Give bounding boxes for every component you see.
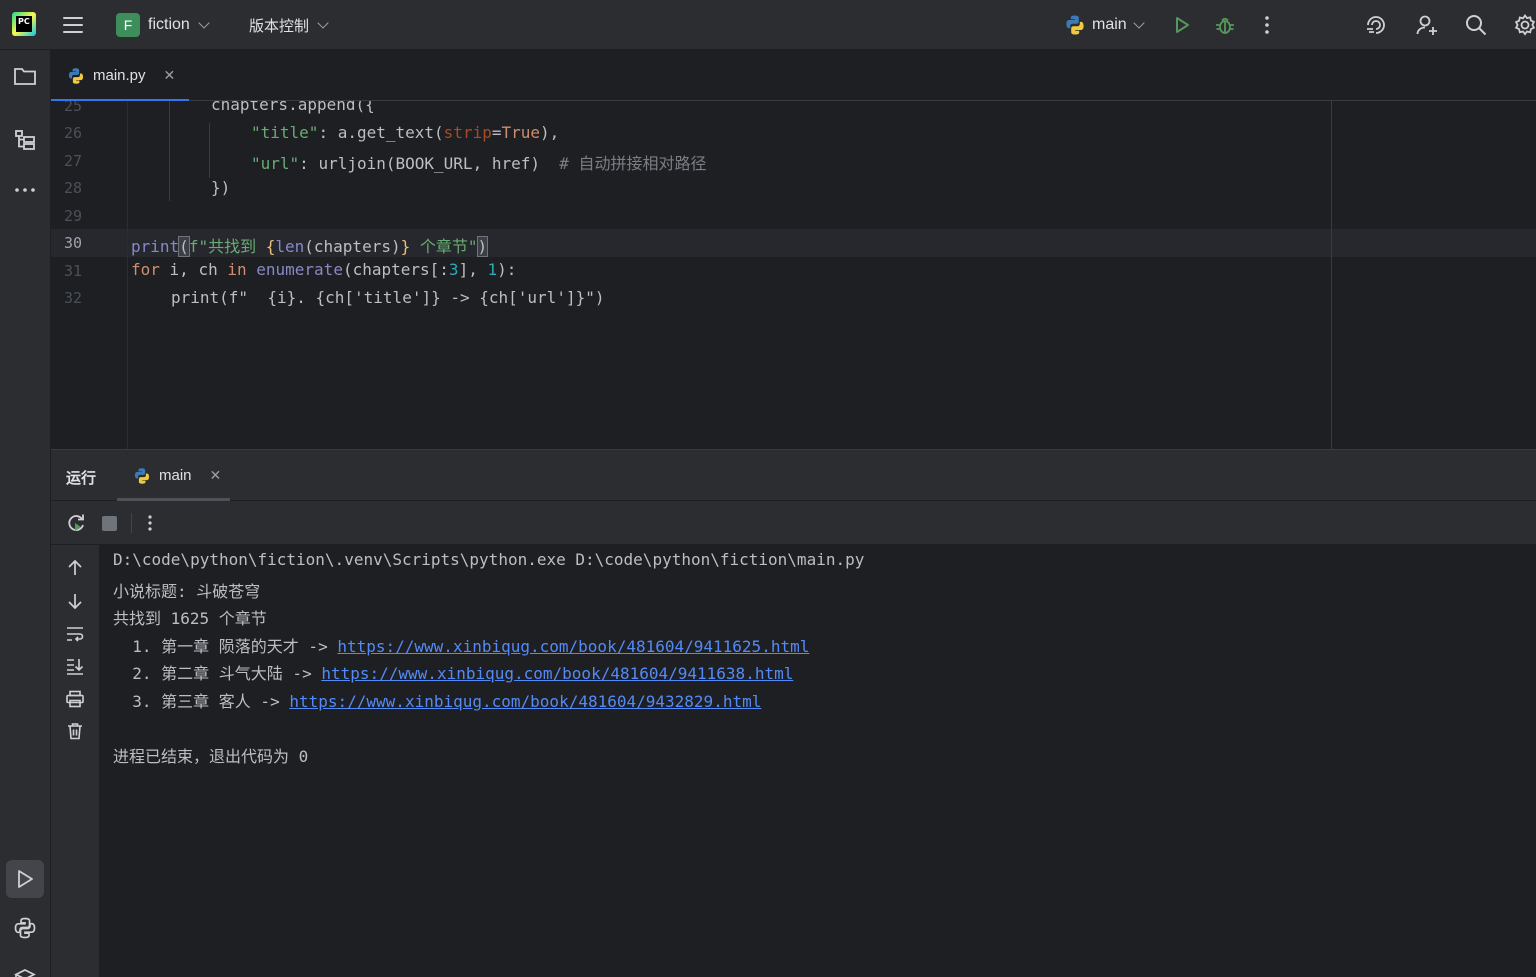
close-icon[interactable]: ✕ <box>164 67 176 84</box>
console-found-count: 共找到 1625 个章节 <box>113 609 267 628</box>
tab-label: main.py <box>93 67 146 84</box>
scroll-to-end-icon[interactable] <box>61 652 89 680</box>
vcs-label: 版本控制 <box>249 17 310 35</box>
line-number: 28 <box>63 179 82 197</box>
chevron-down-icon <box>198 17 210 29</box>
code-line-28: }) <box>211 178 231 197</box>
project-folder-icon[interactable] <box>11 62 39 90</box>
python-icon <box>134 467 150 484</box>
code-line-25: chapters.append({ <box>211 101 375 114</box>
line-number: 26 <box>63 124 82 142</box>
scroll-down-icon[interactable] <box>61 587 89 615</box>
run-config-label: main <box>1092 16 1127 33</box>
python-icon <box>1066 15 1084 35</box>
run-tab-main[interactable]: main ✕ <box>117 450 230 501</box>
toolbar-separator <box>131 513 132 533</box>
code-line-32: print(f" {i}. {ch['title']} -> {ch['url'… <box>171 288 605 307</box>
vcs-menu[interactable]: 版本控制 <box>249 12 329 38</box>
soft-wrap-icon[interactable] <box>61 620 89 648</box>
ai-assistant-icon[interactable] <box>1362 11 1390 39</box>
print-icon[interactable] <box>61 685 89 713</box>
run-tool-icon[interactable] <box>6 860 44 898</box>
line-number-gutter: 25 26 27 28 29 30 31 32 <box>51 101 127 449</box>
search-icon[interactable] <box>1462 11 1490 39</box>
chapter-link[interactable]: https://www.xinbiqug.com/book/481604/941… <box>321 664 793 683</box>
code-editor[interactable]: 25 26 27 28 29 30 31 32 chapters.append(… <box>51 101 1536 449</box>
scroll-up-icon[interactable] <box>61 554 89 582</box>
code-line-27: "url": urljoin(BOOK_URL, href) # 自动拼接相对路… <box>251 154 707 173</box>
services-icon[interactable] <box>11 962 39 977</box>
close-icon[interactable]: ✕ <box>210 467 222 484</box>
code-line-31: for i, ch in enumerate(chapters[:3], 1): <box>131 260 517 279</box>
right-margin-guide <box>1331 101 1332 449</box>
pycharm-logo-icon[interactable]: PC <box>12 12 36 36</box>
code-line-30: print(f"共找到 {len(chapters)} 个章节") <box>131 236 489 257</box>
run-config-selector[interactable]: main <box>1064 12 1145 38</box>
run-panel-title: 运行 <box>66 470 97 487</box>
line-number: 32 <box>63 289 82 307</box>
console-chapter-line: 2. 第二章 斗气大陆 -> https://www.xinbiqug.com/… <box>113 664 794 683</box>
left-tool-strip <box>0 50 51 977</box>
rerun-icon[interactable] <box>62 509 90 537</box>
run-icon[interactable] <box>1168 11 1196 39</box>
more-vertical-icon[interactable] <box>136 509 164 537</box>
console-novel-title: 小说标题: 斗破苍穹 <box>113 582 261 601</box>
project-selector[interactable]: F fiction <box>116 12 210 38</box>
chapter-link[interactable]: https://www.xinbiqug.com/book/481604/943… <box>289 692 761 711</box>
indent-guide <box>169 101 170 201</box>
console-chapter-line: 1. 第一章 陨落的天才 -> https://www.xinbiqug.com… <box>113 637 810 656</box>
clear-trash-icon[interactable] <box>61 717 89 745</box>
run-tool-window: 运行 main ✕ D:\code\python\fiction\.venv\S… <box>51 449 1536 977</box>
console-exit-message: 进程已结束，退出代码为 0 <box>113 747 309 766</box>
line-number: 27 <box>63 152 82 170</box>
line-number-current: 30 <box>63 234 82 252</box>
settings-gear-icon[interactable] <box>1511 11 1536 39</box>
title-bar: PC F fiction 版本控制 main <box>0 0 1536 50</box>
editor-tab-bar: main.py ✕ <box>51 50 1536 102</box>
logo-text: PC <box>16 16 32 32</box>
console-command-line: D:\code\python\fiction\.venv\Scripts\pyt… <box>113 550 865 569</box>
console-chapter-line: 3. 第三章 客人 -> https://www.xinbiqug.com/bo… <box>113 692 762 711</box>
add-user-icon[interactable] <box>1413 11 1441 39</box>
gutter-separator <box>127 101 128 449</box>
chevron-down-icon <box>317 17 329 29</box>
python-console-icon[interactable] <box>11 914 39 942</box>
console-side-toolbar <box>51 545 100 977</box>
project-name: fiction <box>148 16 190 33</box>
run-tab-label: main <box>159 467 192 484</box>
line-number: 25 <box>63 101 82 115</box>
line-number: 31 <box>63 262 82 280</box>
code-line-26: "title": a.get_text(strip=True), <box>251 123 560 142</box>
stop-icon[interactable] <box>95 509 123 537</box>
chapter-link[interactable]: https://www.xinbiqug.com/book/481604/941… <box>337 637 809 656</box>
line-number: 29 <box>63 207 82 225</box>
chevron-down-icon <box>1133 17 1145 29</box>
console-output[interactable]: D:\code\python\fiction\.venv\Scripts\pyt… <box>100 545 1536 977</box>
project-badge: F <box>116 13 140 37</box>
structure-icon[interactable] <box>11 126 39 154</box>
indent-guide <box>209 123 210 178</box>
more-vertical-icon[interactable] <box>1253 11 1281 39</box>
run-header: 运行 main ✕ <box>51 450 1536 501</box>
run-toolbar <box>51 501 1536 545</box>
more-horizontal-icon[interactable] <box>11 176 39 204</box>
hamburger-menu-icon[interactable] <box>60 12 86 38</box>
python-file-icon <box>68 67 84 84</box>
tab-main-py[interactable]: main.py ✕ <box>51 50 189 102</box>
debug-bug-icon[interactable] <box>1211 11 1239 39</box>
